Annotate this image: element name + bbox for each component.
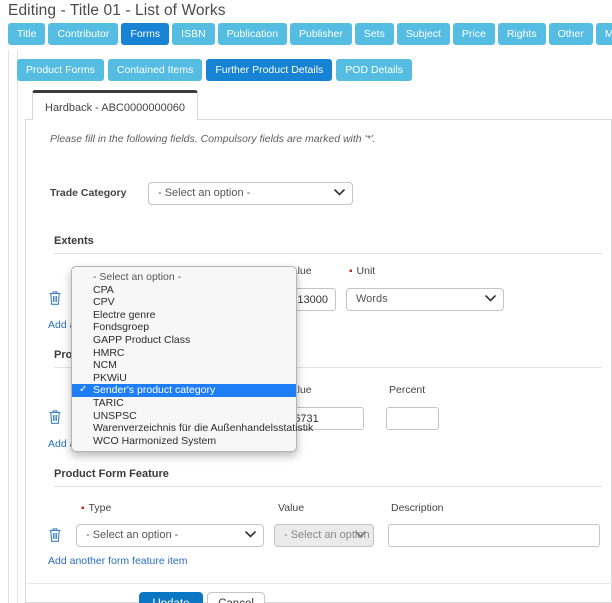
dropdown-option[interactable]: CPA — [72, 284, 296, 297]
dropdown-option[interactable]: PKWiU — [72, 372, 296, 385]
dropdown-option-label: GAPP Product Class — [93, 333, 191, 346]
main-tab-contributor[interactable]: Contributor — [48, 23, 119, 45]
chevron-down-icon — [245, 525, 256, 546]
dropdown-option-label: Warenverzeichnis für die Außenhandelssta… — [93, 422, 314, 435]
helper-text: Please fill in the following fields. Com… — [50, 133, 376, 145]
main-tab-title[interactable]: Title — [8, 23, 46, 45]
dropdown-option[interactable]: ✓ Sender's product category — [72, 384, 296, 397]
chevron-down-glyph — [355, 531, 366, 538]
extent-unit-select[interactable]: Words — [346, 288, 504, 311]
chevron-down-glyph — [485, 295, 496, 302]
feature-type-column-label: Type — [81, 502, 112, 514]
dropdown-option-label: Electre genre — [93, 308, 156, 321]
product-form-feature-heading: Product Form Feature — [54, 468, 169, 480]
dropdown-option-label: NCM — [93, 359, 117, 372]
trade-category-select[interactable]: - Select an option - — [148, 182, 353, 205]
update-button[interactable]: Update — [139, 592, 203, 603]
trade-category-value: - Select an option - — [158, 187, 251, 199]
chevron-down-icon — [485, 289, 496, 310]
extent-type-dropdown-list[interactable]: - Select an option - CPA CPV Electre genre F… — [71, 266, 313, 453]
chevron-down-icon — [355, 525, 366, 546]
dropdown-option[interactable]: WCO Harmonized System — [72, 435, 296, 448]
dropdown-option[interactable]: CPV — [72, 296, 296, 309]
product-tab-row: Hardback - ABC0000000060 — [25, 90, 612, 121]
trash-glyph — [49, 528, 61, 542]
trash-glyph — [49, 291, 61, 305]
main-tab-marketing[interactable]: Marketing — [595, 23, 612, 45]
feature-description-input[interactable] — [388, 524, 600, 547]
check-icon: ✓ — [79, 384, 88, 396]
dropdown-option-label: TARIC — [93, 396, 124, 409]
cancel-button[interactable]: Cancel — [207, 592, 265, 603]
dropdown-option[interactable]: GAPP Product Class — [72, 334, 296, 347]
trash-glyph — [49, 410, 61, 424]
main-tab-rights[interactable]: Rights — [497, 23, 546, 45]
feature-description-column-label: Description — [391, 502, 444, 514]
extent-unit-column-label: Unit — [349, 265, 376, 277]
feature-type-value: - Select an option - — [86, 529, 179, 541]
dropdown-option[interactable]: Electre genre — [72, 309, 296, 322]
dropdown-option[interactable]: UNSPSC — [72, 410, 296, 423]
classification-percent-input[interactable] — [386, 407, 439, 430]
main-tab-forms[interactable]: Forms — [121, 23, 170, 45]
dropdown-option-label: UNSPSC — [93, 409, 137, 422]
trade-category-label: Trade Category — [50, 187, 127, 199]
page-title: Editing - Title 01 - List of Works — [8, 2, 226, 19]
feature-value-column-label: Value — [278, 502, 305, 514]
extents-heading: Extents — [54, 235, 94, 247]
dropdown-option-label: PKWiU — [93, 371, 127, 384]
feature-value-select[interactable]: - Select an option - — [274, 524, 374, 547]
sub-tab-pod-details[interactable]: POD Details — [336, 59, 413, 81]
sub-tab-contained-items[interactable]: Contained Items — [107, 59, 203, 81]
dropdown-option-label: HMRC — [93, 346, 125, 359]
main-tab-other[interactable]: Other — [548, 23, 593, 45]
chevron-down-icon — [334, 183, 345, 204]
dropdown-option[interactable]: NCM — [72, 359, 296, 372]
delete-feature-row-trash-icon[interactable] — [48, 527, 62, 543]
extents-divider — [54, 253, 602, 254]
dropdown-option[interactable]: TARIC — [72, 397, 296, 410]
add-form-feature-item-link[interactable]: Add another form feature item — [48, 555, 188, 567]
feature-type-select[interactable]: - Select an option - — [76, 524, 264, 547]
footer-divider — [27, 583, 612, 584]
sub-tab-further-product-details[interactable]: Further Product Details — [206, 59, 333, 81]
classification-percent-column-label: Percent — [389, 384, 426, 396]
dropdown-option[interactable]: Fondsgroep — [72, 321, 296, 334]
product-form-feature-divider — [54, 486, 602, 487]
main-tab-isbn[interactable]: ISBN — [172, 23, 215, 45]
dropdown-option-label: - Select an option - — [93, 271, 182, 283]
main-tab-bar: Title Contributor Forms ISBN Publication Publ… — [8, 23, 612, 45]
sub-tab-bar: Product Forms Contained Items Further Prod… — [17, 59, 416, 81]
delete-extent-row-trash-icon[interactable] — [48, 290, 62, 306]
chevron-down-glyph — [334, 189, 345, 196]
chevron-down-glyph — [245, 531, 256, 538]
dropdown-option[interactable]: Warenverzeichnis für die Außenhandelssta… — [72, 422, 313, 435]
dropdown-option-label: Fondsgroep — [93, 321, 150, 334]
delete-classification-row-trash-icon[interactable] — [48, 409, 62, 425]
dropdown-option-label: CPA — [93, 283, 114, 296]
sub-tab-product-forms[interactable]: Product Forms — [17, 59, 104, 81]
main-tab-publisher[interactable]: Publisher — [290, 23, 352, 45]
main-tab-subject[interactable]: Subject — [396, 23, 450, 45]
main-tab-price[interactable]: Price — [452, 23, 495, 45]
main-tab-publication[interactable]: Publication — [217, 23, 288, 45]
dropdown-option[interactable]: HMRC — [72, 347, 296, 360]
dropdown-option[interactable]: - Select an option - — [72, 271, 296, 284]
dropdown-option-label: Sender's product category — [93, 384, 216, 397]
extent-unit-value: Words — [356, 293, 388, 305]
main-tab-sets[interactable]: Sets — [354, 23, 394, 45]
dropdown-option-label: CPV — [93, 296, 115, 309]
dropdown-option-label: WCO Harmonized System — [93, 434, 217, 447]
product-tab-hardback[interactable]: Hardback - ABC0000000060 — [32, 90, 199, 121]
